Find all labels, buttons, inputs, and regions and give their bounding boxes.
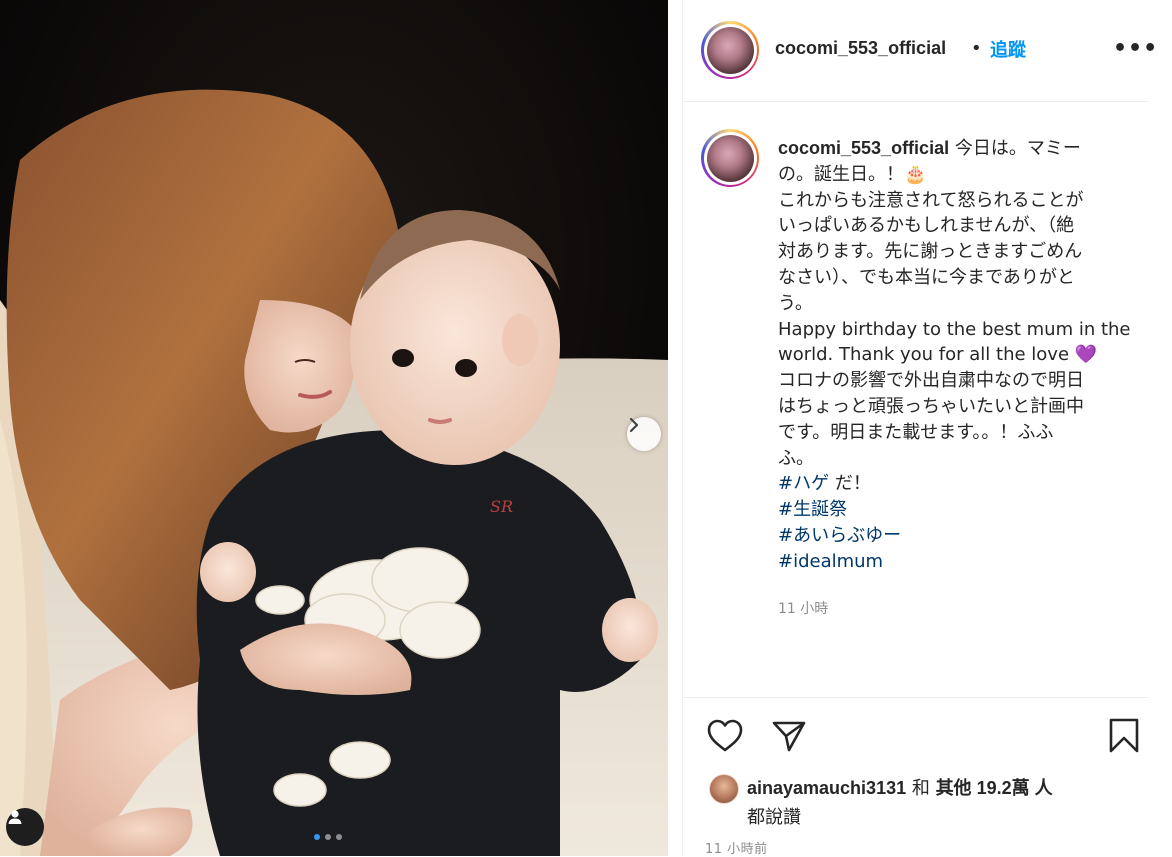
svg-text:SR: SR (490, 497, 513, 516)
caption-line: なさい）、でも本当に今までありがと (778, 266, 1075, 288)
photo-illustration: SR (0, 0, 668, 856)
more-options-icon[interactable]: ••• (1113, 36, 1158, 61)
post-header: cocomi_553_official • 追蹤 ••• (683, 0, 1157, 102)
carousel-indicator (314, 834, 342, 840)
hashtag-link[interactable]: #idealmum (778, 551, 883, 572)
caption-line: Happy birthday to the best mum in the (778, 318, 1131, 340)
caption-line: はちょっと頑張っちゃいたいと計画中 (778, 395, 1084, 417)
carousel-dot (336, 834, 342, 840)
hashtag-link[interactable]: #生誕祭 (778, 499, 847, 520)
send-icon[interactable] (772, 720, 806, 756)
post-timestamp[interactable]: 11 小時前 (705, 838, 768, 857)
follow-button[interactable]: 追蹤 (990, 36, 1026, 62)
likes-suffix: 都說讚 (747, 807, 801, 828)
carousel-dot (325, 834, 331, 840)
caption-line: これからも注意されて怒られることが (778, 189, 1084, 211)
heart-icon[interactable] (707, 719, 743, 757)
hashtag-link[interactable]: #あいらぶゆー (778, 525, 901, 546)
caption-line: コロナの影響で外出自粛中なので明日 (778, 370, 1084, 392)
caption-line: いっぱいあるかもしれませんが、（絶 (778, 215, 1075, 237)
post-side-panel: cocomi_553_official • 追蹤 ••• cocomi_553_… (682, 0, 1157, 857)
avatar-image (706, 134, 754, 182)
liker-username[interactable]: ainayamauchi3131 (747, 778, 906, 798)
author-avatar[interactable] (701, 21, 759, 79)
caption-line: です。明日また載せます。。！ふふ (778, 421, 1054, 443)
actions-section: ainayamauchi3131 和 其他 19.2萬 人 都說讚 11 小時前 (683, 697, 1149, 857)
author-username[interactable]: cocomi_553_official (775, 38, 946, 59)
likes-count-link[interactable]: 其他 19.2萬 人 (936, 778, 1053, 798)
post-photo[interactable]: SR (0, 0, 668, 856)
caption-author-avatar[interactable] (701, 129, 759, 187)
tagged-users-button[interactable] (6, 808, 44, 846)
hashtag-link[interactable]: #ハゲ (778, 473, 829, 494)
caption-timestamp[interactable]: 11 小時 (778, 598, 828, 618)
caption-line: world. Thank you for all the love 💜 (778, 344, 1098, 366)
caption-line: の。誕生日。！🎂 (778, 163, 927, 185)
caption-line: ふ。 (778, 447, 814, 469)
caption-text: だ！ (829, 473, 871, 495)
post-caption: cocomi_553_official 今日は。マミー の。誕生日。！🎂 これか… (778, 136, 1142, 575)
next-photo-button[interactable] (627, 417, 661, 451)
likes-connector: 和 (906, 778, 936, 799)
liker-avatar[interactable] (709, 774, 739, 804)
bookmark-icon[interactable] (1108, 718, 1140, 758)
carousel-dot (314, 834, 320, 840)
caption-line: う。 (778, 292, 813, 314)
caption-username[interactable]: cocomi_553_official (778, 138, 949, 158)
caption-line: 対あります。先に謝っときますごめん (778, 241, 1083, 263)
caption-section: cocomi_553_official 今日は。マミー の。誕生日。！🎂 これか… (683, 102, 1149, 696)
caption-line: 今日は。マミー (954, 138, 1081, 159)
avatar-image (706, 26, 754, 74)
separator-dot: • (971, 38, 982, 59)
